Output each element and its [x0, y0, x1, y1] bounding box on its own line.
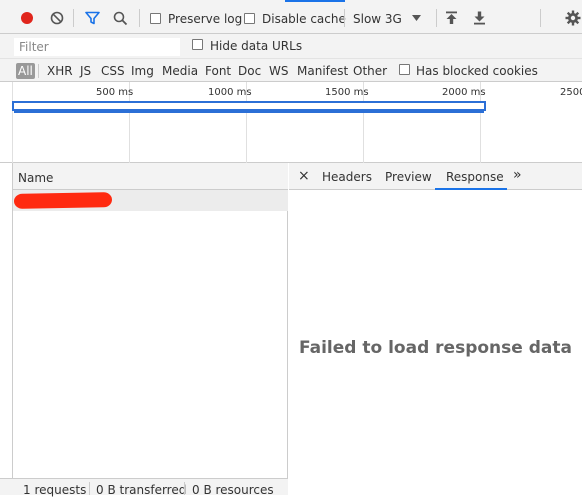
has-blocked-cookies-label: Has blocked cookies — [416, 64, 538, 78]
timeline-selection[interactable] — [12, 101, 486, 113]
timeline-tick-label: 2000 ms — [442, 87, 486, 98]
status-bar: 1 requests 0 B transferred 0 B resources — [0, 478, 288, 497]
type-filter-xhr[interactable]: XHR — [45, 63, 75, 79]
network-toolbar: Preserve log Disable cache Slow 3G — [0, 0, 582, 34]
panel-tab-indicator — [285, 0, 345, 2]
disable-cache-checkbox[interactable] — [244, 13, 255, 24]
record-icon[interactable] — [20, 11, 34, 25]
clear-icon[interactable] — [50, 11, 64, 25]
filter-bar: Hide data URLs — [0, 34, 582, 59]
toolbar-divider — [344, 9, 345, 27]
type-filter-img[interactable]: Img — [129, 63, 156, 79]
preserve-log-label: Preserve log — [168, 12, 243, 26]
timeline-tick-label: 500 ms — [96, 87, 134, 98]
gear-icon[interactable] — [565, 10, 581, 26]
export-har-icon[interactable] — [473, 11, 486, 25]
request-detail-pane: × Headers Preview Response » Failed to l… — [289, 163, 582, 495]
type-filter-js[interactable]: JS — [78, 63, 93, 79]
type-filter-manifest[interactable]: Manifest — [295, 63, 350, 79]
close-icon[interactable]: × — [298, 168, 310, 184]
import-har-icon[interactable] — [445, 11, 458, 25]
redaction-mark — [13, 192, 113, 209]
type-filter-other[interactable]: Other — [351, 63, 389, 79]
tab-headers[interactable]: Headers — [322, 170, 372, 184]
column-header-label: Name — [18, 171, 54, 185]
toolbar-divider — [73, 9, 74, 27]
type-filter-css[interactable]: CSS — [99, 63, 127, 79]
filter-icon[interactable] — [85, 11, 100, 25]
detail-tabs: × Headers Preview Response » — [289, 163, 582, 190]
throttle-select[interactable]: Slow 3G — [350, 8, 430, 28]
type-filter-ws[interactable]: WS — [267, 63, 290, 79]
type-filter-doc[interactable]: Doc — [236, 63, 263, 79]
hide-data-urls-checkbox[interactable] — [192, 39, 203, 50]
type-filter-media[interactable]: Media — [160, 63, 200, 79]
chevron-down-icon — [412, 15, 421, 21]
disable-cache-label: Disable cache — [262, 12, 346, 26]
toolbar-divider — [139, 9, 140, 27]
timeline-request-bar — [14, 111, 484, 113]
column-header-name[interactable]: Name — [13, 163, 288, 190]
active-tab-indicator — [435, 188, 507, 190]
throttle-value: Slow 3G — [353, 12, 402, 26]
filter-input[interactable] — [14, 38, 180, 56]
has-blocked-cookies-checkbox[interactable] — [399, 64, 410, 75]
request-row[interactable] — [13, 190, 288, 211]
tab-response[interactable]: Response — [446, 170, 504, 184]
hide-data-urls-label: Hide data URLs — [210, 39, 303, 53]
toolbar-divider — [540, 9, 541, 27]
response-empty-message: Failed to load response data — [299, 338, 572, 358]
timeline-tick-label: 2500 — [560, 87, 582, 98]
type-filter-font[interactable]: Font — [203, 63, 233, 79]
timeline-tick-label: 1500 ms — [325, 87, 369, 98]
resource-type-bar: All XHR JS CSS Img Media Font Doc WS Man… — [0, 59, 582, 82]
type-filter-all[interactable]: All — [16, 63, 35, 79]
status-divider — [89, 482, 90, 495]
timeline-overview[interactable]: 500 ms 1000 ms 1500 ms 2000 ms 2500 — [0, 82, 582, 163]
timeline-tick-label: 1000 ms — [208, 87, 252, 98]
search-icon[interactable] — [113, 11, 128, 26]
tab-preview[interactable]: Preview — [385, 170, 432, 184]
status-divider — [184, 482, 185, 495]
toolbar-divider — [436, 9, 437, 27]
preserve-log-checkbox[interactable] — [150, 13, 161, 24]
toolbar-divider — [38, 64, 39, 78]
request-list: Name — [12, 163, 288, 495]
more-tabs-icon[interactable]: » — [513, 167, 522, 183]
timeline-gridline — [12, 82, 13, 163]
